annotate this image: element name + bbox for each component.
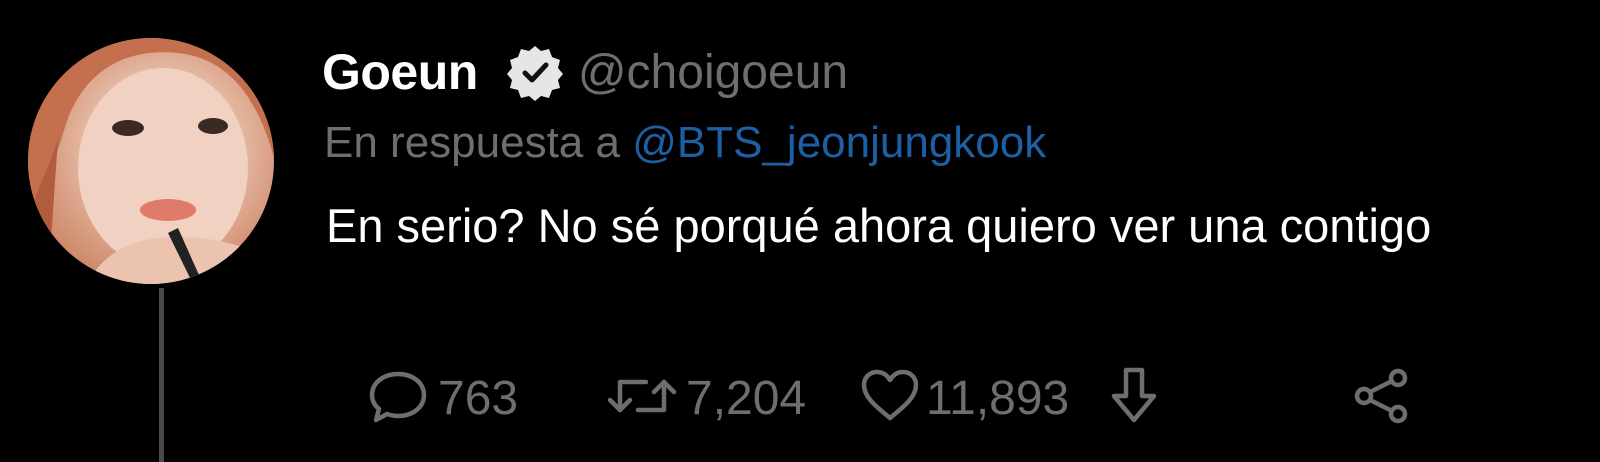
like-icon <box>858 364 922 433</box>
reply-count: 763 <box>438 371 519 425</box>
share-icon <box>1350 364 1414 433</box>
retweet-count: 7,204 <box>686 371 807 425</box>
like-button[interactable]: 11,893 <box>858 362 1069 434</box>
author-handle[interactable]: @choigoeun <box>578 45 848 100</box>
reply-button[interactable]: 763 <box>366 362 518 434</box>
verified-badge-icon <box>506 43 564 101</box>
download-button[interactable] <box>1106 362 1162 434</box>
action-bar: 763 7,204 11,893 <box>322 362 1562 434</box>
avatar[interactable] <box>28 38 274 284</box>
avatar-image <box>28 38 274 284</box>
thread-line <box>159 288 164 462</box>
retweet-button[interactable]: 7,204 <box>606 362 806 434</box>
like-count: 11,893 <box>926 371 1070 425</box>
tweet-text: En serio? No sé porqué ahora quiero ver … <box>326 199 1432 252</box>
share-button[interactable] <box>1350 362 1414 434</box>
reply-to-link[interactable]: @BTS_jeonjungkook <box>632 118 1046 167</box>
author-display-name[interactable]: Goeun <box>322 43 478 101</box>
reply-context: En respuesta a @BTS_jeonjungkook <box>324 118 1046 168</box>
reply-prefix: En respuesta a <box>324 118 620 167</box>
download-icon <box>1106 364 1162 433</box>
retweet-icon <box>606 364 678 433</box>
reply-icon <box>366 364 430 433</box>
author-row: Goeun @choigoeun <box>322 40 848 104</box>
